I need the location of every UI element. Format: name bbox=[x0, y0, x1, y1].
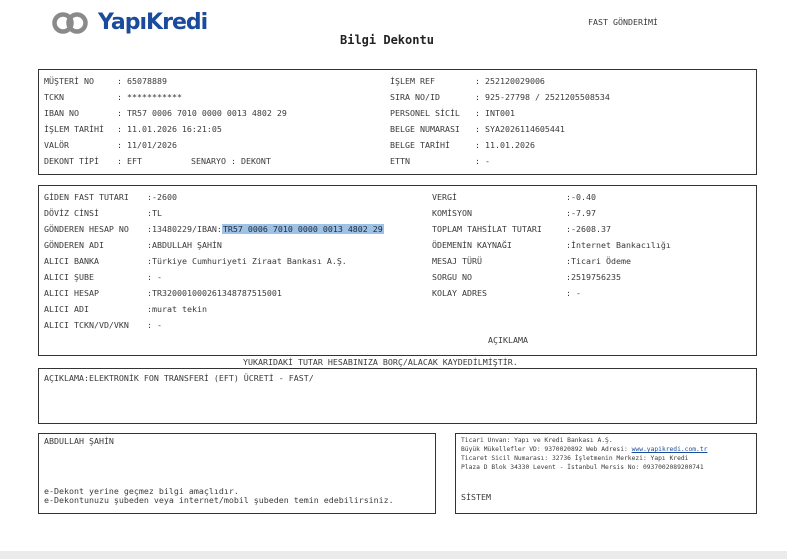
transfer-field-value: :TL bbox=[147, 208, 162, 218]
customer-field-label: IBAN NO bbox=[44, 108, 79, 118]
customer-field-value: : *********** bbox=[117, 92, 182, 102]
customer-field-label: SIRA NO/ID bbox=[390, 92, 440, 102]
bank-tax-info: Büyük Mükellefler VD: 9370020892 Web Adr… bbox=[461, 446, 707, 454]
page-title: Bilgi Dekontu bbox=[340, 33, 434, 47]
system-label: SİSTEM bbox=[461, 492, 491, 502]
transfer-field-value: :murat tekin bbox=[147, 304, 207, 314]
bank-registry-info: Ticaret Sicil Numarası: 32736 İşletmenin… bbox=[461, 455, 689, 462]
transfer-field-value: :Türkiye Cumhuriyeti Ziraat Bankası A.Ş. bbox=[147, 256, 347, 266]
customer-field-label: BELGE TARİHİ bbox=[390, 140, 450, 150]
transfer-field-label: ALICI TCKN/VD/VKN bbox=[44, 320, 129, 330]
transfer-field-label: GİDEN FAST TUTARI bbox=[44, 192, 129, 202]
customer-field-label: BELGE NUMARASI bbox=[390, 124, 460, 134]
senaryo-field: SENARYO : DEKONT bbox=[191, 156, 271, 166]
description-text: AÇIKLAMA:ELEKTRONİK FON TRANSFERİ (EFT) … bbox=[44, 373, 314, 383]
transfer-field-value: :2519756235 bbox=[566, 272, 621, 282]
logo-mark-icon bbox=[52, 11, 88, 34]
transfer-field-value: :-0.40 bbox=[566, 192, 596, 202]
transfer-field-label: ALICI ŞUBE bbox=[44, 272, 94, 282]
customer-field-value: : TR57 0006 7010 0000 0013 4802 29 bbox=[117, 108, 287, 118]
transfer-field-label: ÖDEMENİN KAYNAĞI bbox=[432, 240, 512, 250]
customer-field-value: : - bbox=[475, 156, 490, 166]
disclaimer-line-2: e-Dekontunuzu şubeden veya internet/mobi… bbox=[44, 495, 394, 505]
bank-website-link[interactable]: www.yapikredi.com.tr bbox=[632, 446, 708, 453]
transfer-field-label: ALICI HESAP bbox=[44, 288, 99, 298]
transfer-field-value: :Ticari Ödeme bbox=[566, 256, 631, 266]
transfer-field-value: :TR320001000261348787515001 bbox=[147, 288, 282, 298]
bank-tax-text: Büyük Mükellefler VD: 9370020892 Web Adr… bbox=[461, 446, 632, 453]
customer-field-label: PERSONEL SİCİL bbox=[390, 108, 460, 118]
transfer-field-value: : - bbox=[147, 272, 162, 282]
customer-field-value: : SYA2026114605441 bbox=[475, 124, 565, 134]
transfer-field-label: SORGU NO bbox=[432, 272, 472, 282]
transfer-field-value: : - bbox=[147, 320, 162, 330]
logo-text: YapıKredi bbox=[98, 10, 208, 35]
transfer-field-label: GÖNDEREN HESAP NO bbox=[44, 224, 129, 234]
customer-field-value: : EFT bbox=[117, 156, 142, 166]
customer-field-label: DEKONT TİPİ bbox=[44, 156, 99, 166]
transfer-field-label: DÖVİZ CİNSİ bbox=[44, 208, 99, 218]
customer-field-label: ETTN bbox=[390, 156, 410, 166]
transfer-field-value: :-2608.37 bbox=[566, 224, 611, 234]
transfer-field-label: KOMİSYON bbox=[432, 208, 472, 218]
customer-field-label: TCKN bbox=[44, 92, 64, 102]
transfer-field-value: :İnternet Bankacılığı bbox=[566, 240, 671, 250]
page-bottom-bar bbox=[0, 551, 787, 559]
transfer-field-label: ALICI ADI bbox=[44, 304, 89, 314]
transfer-field-label: ALICI BANKA bbox=[44, 256, 99, 266]
transfer-field-value: :ABDULLAH ŞAHİN bbox=[147, 240, 222, 250]
sender-account-number: :13480229/IBAN: bbox=[147, 224, 222, 234]
transfer-field-label: GÖNDEREN ADI bbox=[44, 240, 104, 250]
transfer-field-label: VERGİ bbox=[432, 192, 457, 202]
customer-field-label: İŞLEM TARİHİ bbox=[44, 124, 104, 134]
customer-field-value: : 11.01.2026 bbox=[475, 140, 535, 150]
transfer-field-label: TOPLAM TAHSİLAT TUTARI bbox=[432, 224, 542, 234]
customer-field-value: : INT001 bbox=[475, 108, 515, 118]
aciklama-header: AÇIKLAMA bbox=[488, 335, 528, 345]
document-type: FAST GÖNDERİMİ bbox=[588, 17, 658, 27]
customer-field-label: İŞLEM REF bbox=[390, 76, 435, 86]
sender-account-value: :13480229/IBAN:TR57 0006 7010 0000 0013 … bbox=[147, 224, 384, 234]
transfer-field-value: :-2600 bbox=[147, 192, 177, 202]
sender-iban-highlight: TR57 0006 7010 0000 0013 4802 29 bbox=[221, 224, 384, 234]
customer-field-value: : 252120029006 bbox=[475, 76, 545, 86]
transfer-details-box bbox=[38, 185, 757, 356]
transfer-field-label: KOLAY ADRES bbox=[432, 288, 487, 298]
transfer-field-value: : - bbox=[566, 288, 581, 298]
customer-field-label: MÜŞTERİ NO bbox=[44, 76, 94, 86]
transfer-field-value: :-7.97 bbox=[566, 208, 596, 218]
bank-address-info: Plaza D Blok 34330 Levent - İstanbul Mer… bbox=[461, 464, 704, 471]
customer-field-value: : 925-27798 / 2521205508534 bbox=[475, 92, 610, 102]
customer-field-value: : 65078889 bbox=[117, 76, 167, 86]
yapikredi-logo: YapıKredi bbox=[52, 10, 208, 35]
customer-field-value: : 11.01.2026 16:21:05 bbox=[117, 124, 222, 134]
debit-credit-notice: YUKARIDAKİ TUTAR HESABINIZA BORÇ/ALACAK … bbox=[243, 357, 518, 367]
transfer-field-label: MESAJ TÜRÜ bbox=[432, 256, 482, 266]
bank-legal-name: Ticari Unvan: Yapı ve Kredi Bankası A.Ş. bbox=[461, 437, 613, 444]
customer-field-value: : 11/01/2026 bbox=[117, 140, 177, 150]
customer-field-label: VALÖR bbox=[44, 140, 69, 150]
account-holder-name: ABDULLAH ŞAHİN bbox=[44, 436, 114, 446]
